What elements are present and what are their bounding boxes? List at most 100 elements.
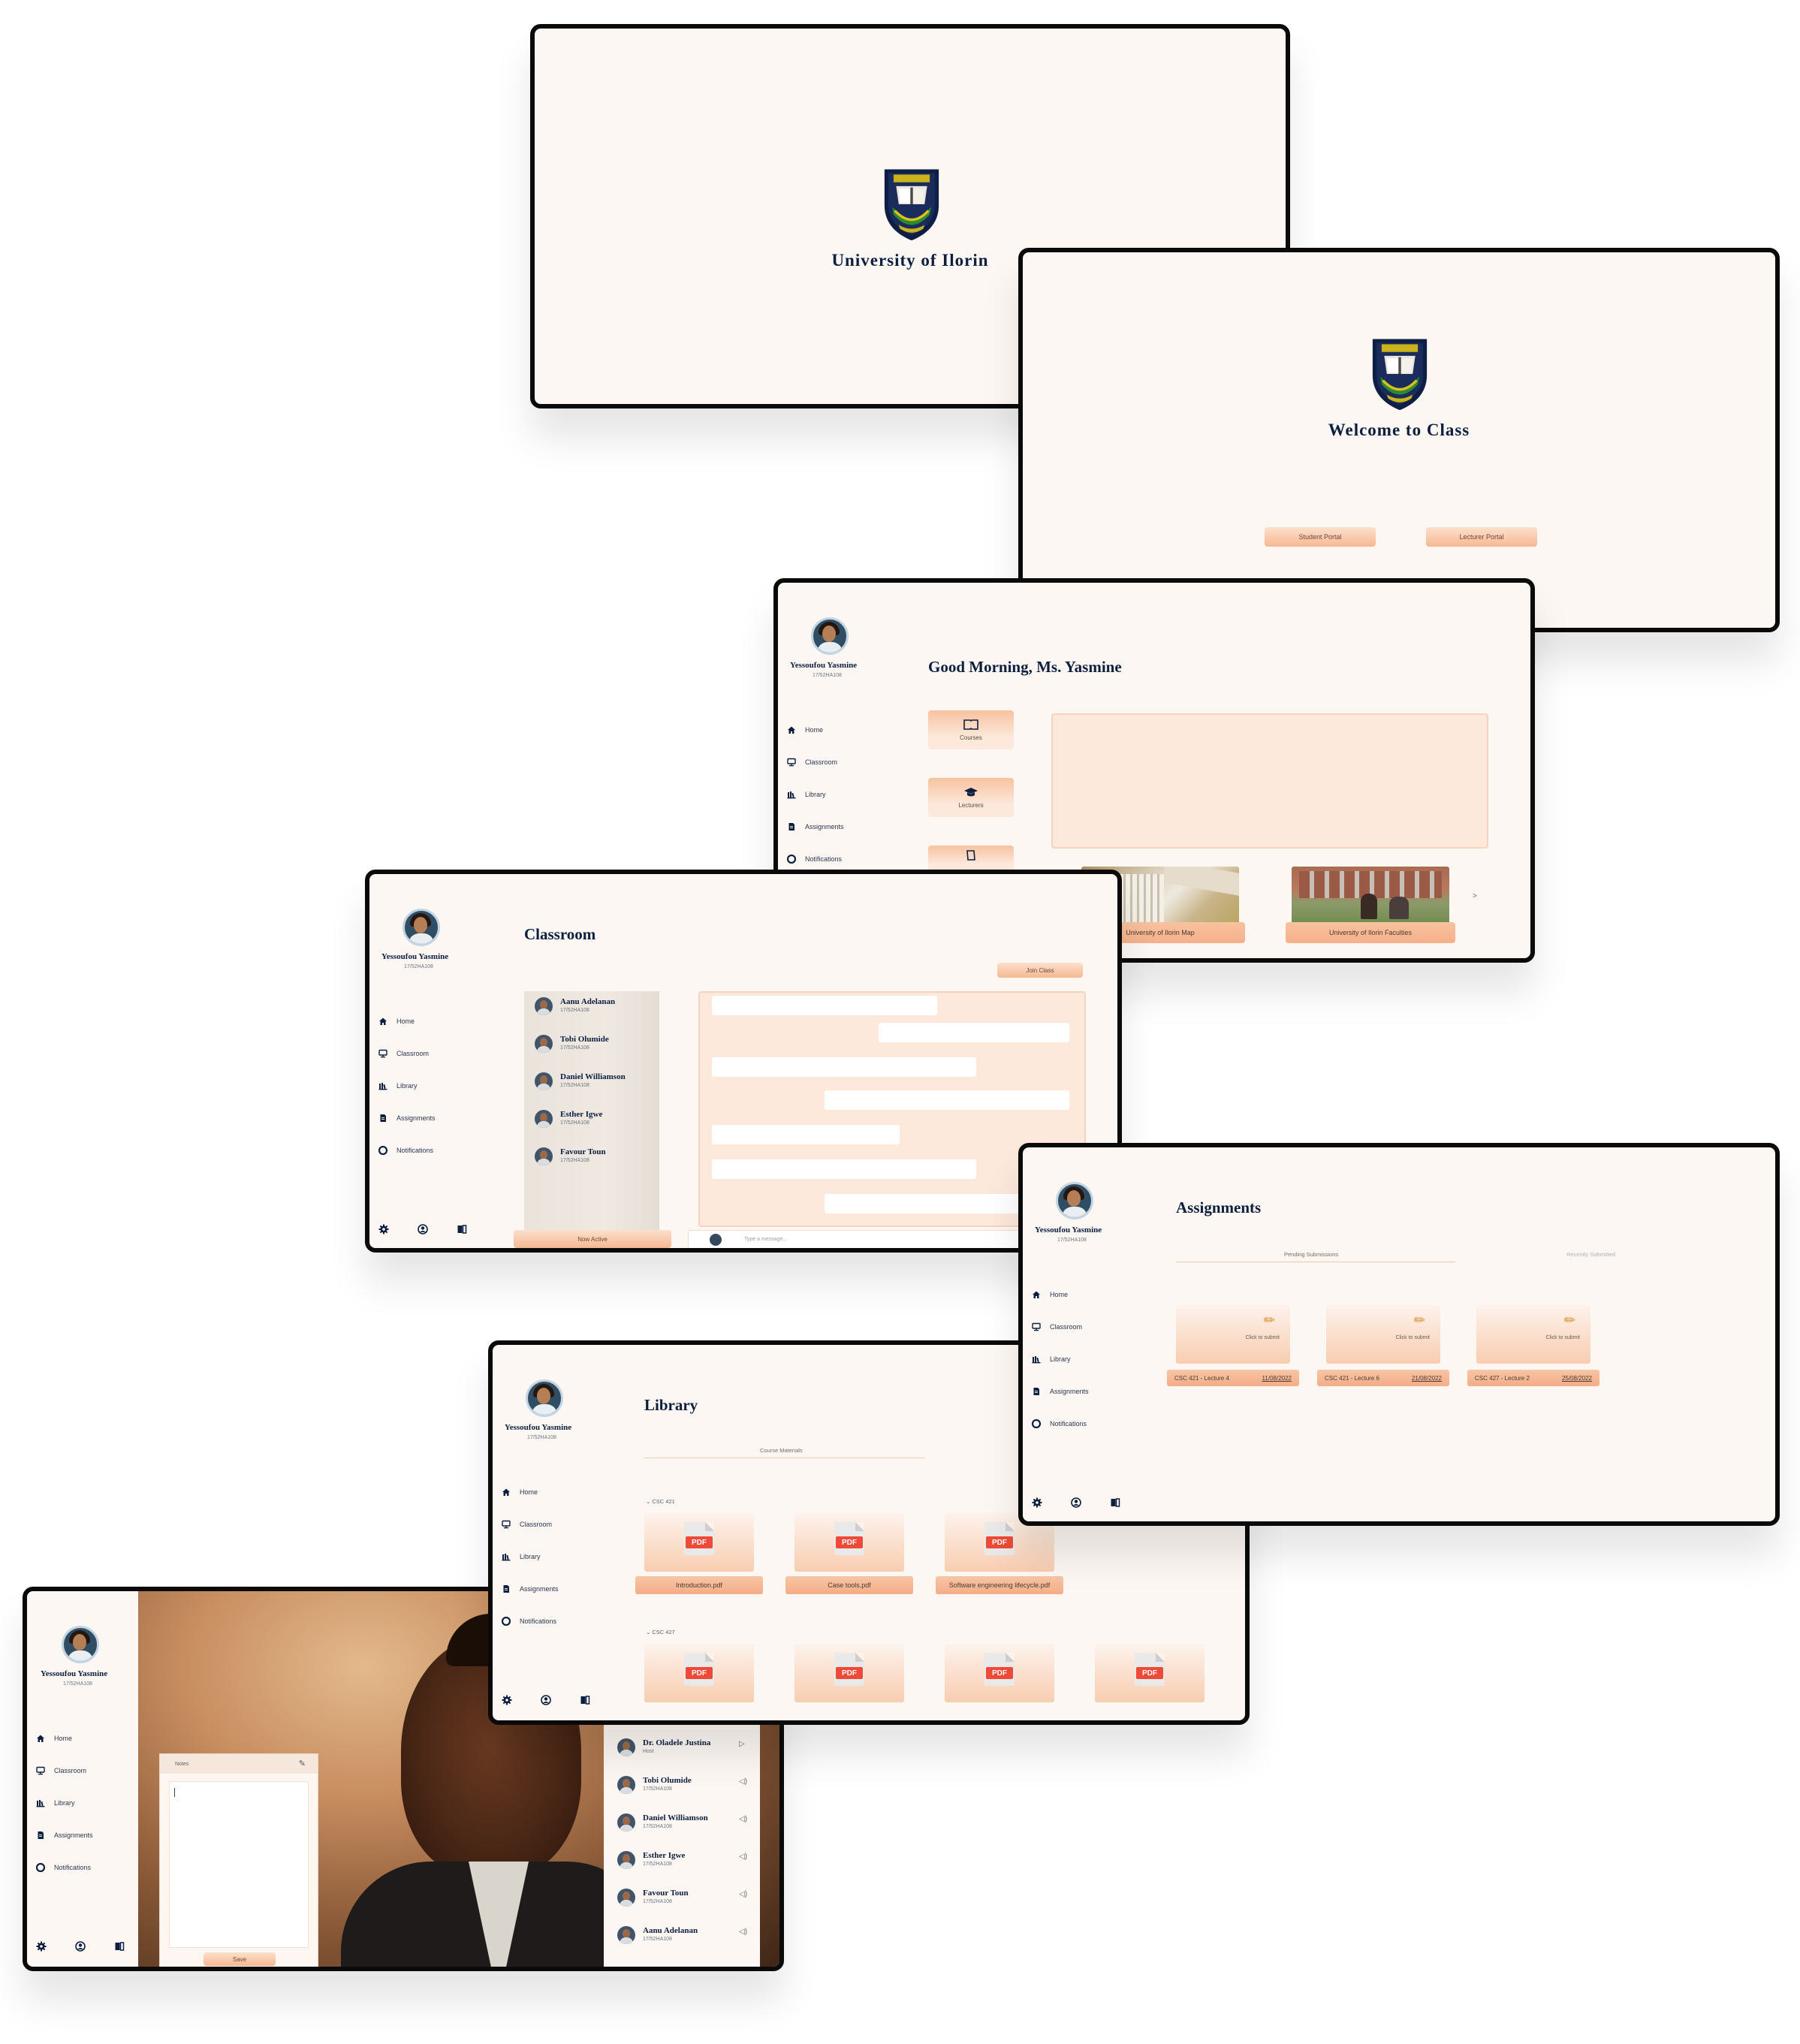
join-class-button[interactable]: Join Class: [997, 963, 1083, 978]
carousel-next-arrow[interactable]: >: [1473, 892, 1477, 900]
user-circle-icon[interactable]: [1071, 1497, 1081, 1508]
sidebar-item-notifications[interactable]: Notifications: [787, 855, 842, 864]
gear-icon[interactable]: [1032, 1497, 1042, 1508]
sidebar-item-classroom[interactable]: Classroom: [36, 1766, 86, 1775]
participant-item[interactable]: Dr. Oladele Justina Host: [617, 1738, 710, 1756]
lecturer-portal-button[interactable]: Lecturer Portal: [1426, 527, 1537, 547]
sidebar-item-classroom[interactable]: Classroom: [502, 1520, 552, 1529]
gear-icon[interactable]: [36, 1941, 47, 1952]
sidebar-item-home[interactable]: Home: [502, 1488, 538, 1497]
avatar[interactable]: [403, 909, 440, 946]
exit-icon[interactable]: [114, 1941, 125, 1952]
sidebar-item-assignments[interactable]: Assignments: [502, 1584, 559, 1593]
student-item[interactable]: Esther Igwe 17/52HA108: [535, 1110, 602, 1128]
gear-icon[interactable]: [378, 1224, 389, 1235]
notes-textarea[interactable]: [169, 1781, 309, 1948]
sidebar-item-assignments[interactable]: Assignments: [1032, 1387, 1089, 1396]
sidebar-item-assignments[interactable]: Assignments: [378, 1114, 436, 1123]
student-item[interactable]: Favour Toun 17/52HA108: [535, 1147, 606, 1165]
courses-tile[interactable]: Courses: [928, 710, 1014, 749]
user-circle-icon[interactable]: [418, 1224, 428, 1235]
student-item[interactable]: Tobi Olumide 17/52HA108: [535, 1035, 609, 1053]
participant-item[interactable]: Esther Igwe 17/52HA108: [617, 1851, 685, 1869]
monitor-icon: [787, 758, 796, 767]
save-button[interactable]: Save: [204, 1952, 276, 1966]
sidebar-item-assignments[interactable]: Assignments: [36, 1831, 93, 1840]
sidebar-item-home[interactable]: Home: [36, 1734, 72, 1743]
tab-course-materials[interactable]: Course Materials: [760, 1447, 803, 1454]
pencil-icon[interactable]: ✎: [299, 1759, 306, 1768]
speaker-icon[interactable]: ◁): [739, 1928, 747, 1936]
featured-panel: [1051, 713, 1488, 849]
speaker-icon[interactable]: ▷: [739, 1740, 745, 1748]
pdf-card[interactable]: PDF: [785, 1644, 913, 1720]
avatar[interactable]: [526, 1379, 563, 1417]
tile-label: Lecturers: [958, 801, 984, 809]
sidebar-item-classroom[interactable]: Classroom: [1032, 1322, 1082, 1331]
pdf-card[interactable]: PDF: [936, 1644, 1063, 1720]
student-portal-button[interactable]: Student Portal: [1265, 527, 1376, 547]
pdf-card[interactable]: PDF Introduction.pdf: [635, 1513, 763, 1594]
sidebar-item-library[interactable]: Library: [787, 790, 826, 799]
exit-icon[interactable]: [580, 1695, 590, 1705]
exit-icon[interactable]: [457, 1224, 467, 1235]
sidebar-item-library[interactable]: Library: [502, 1552, 541, 1561]
participant-item[interactable]: Favour Toun 17/52HA108: [617, 1889, 689, 1907]
avatar: [617, 1813, 635, 1831]
assignment-card[interactable]: ✏ Click to submit CSC 427 - Lecture 2 25/0…: [1467, 1305, 1599, 1386]
gear-icon[interactable]: [502, 1695, 512, 1705]
assignment-card[interactable]: ✏ Click to submit CSC 421 - Lecture 6 21/0…: [1317, 1305, 1449, 1386]
avatar[interactable]: [811, 617, 849, 655]
lecturers-tile[interactable]: Lecturers: [928, 778, 1014, 817]
sidebar-item-classroom[interactable]: Classroom: [378, 1049, 429, 1058]
user-circle-icon[interactable]: [75, 1941, 86, 1952]
student-name: Favour Toun: [560, 1147, 606, 1156]
participant-name: Daniel Williamson: [643, 1813, 708, 1822]
sidebar-item-notifications[interactable]: Notifications: [502, 1617, 556, 1626]
sidebar-item-label: Assignments: [520, 1585, 559, 1593]
pdf-card[interactable]: PDF Case tools.pdf: [785, 1513, 913, 1594]
pdf-card[interactable]: PDF: [635, 1644, 763, 1720]
sidebar-item-library[interactable]: Library: [36, 1798, 75, 1807]
sidebar-item-library[interactable]: Library: [1032, 1355, 1071, 1364]
now-active-button[interactable]: Now Active: [514, 1230, 671, 1248]
message-input[interactable]: Type a message...: [744, 1237, 787, 1242]
sidebar-item-home[interactable]: Home: [1032, 1290, 1068, 1299]
student-item[interactable]: Aanu Adelanan 17/52HA108: [535, 997, 615, 1015]
participant-name: Aanu Adelanan: [643, 1926, 698, 1935]
assignment-date: 21/08/2022: [1411, 1374, 1442, 1382]
sidebar-item-library[interactable]: Library: [378, 1081, 418, 1090]
speaker-icon[interactable]: ◁): [739, 1890, 747, 1898]
sidebar-item-label: Home: [396, 1017, 415, 1025]
participant-item[interactable]: Tobi Olumide 17/52HA108: [617, 1776, 692, 1794]
speaker-icon[interactable]: ◁): [739, 1853, 747, 1861]
avatar[interactable]: [62, 1626, 99, 1663]
assignment-card[interactable]: ✏ Click to submit CSC 421 - Lecture 4 11/0…: [1167, 1305, 1299, 1386]
user-circle-icon[interactable]: [541, 1695, 551, 1705]
sidebar-item-notifications[interactable]: Notifications: [378, 1146, 433, 1155]
participant-id: 17/52HA108: [643, 1786, 672, 1792]
photo-card-faculties[interactable]: University of Ilorin Faculties: [1286, 867, 1455, 943]
tab-recently-submitted[interactable]: Recently Submitted: [1566, 1251, 1615, 1258]
speaker-icon[interactable]: ◁): [739, 1777, 747, 1786]
group-csc427[interactable]: ⌄ CSC 427: [646, 1629, 675, 1636]
speaker-icon[interactable]: ◁): [739, 1815, 747, 1823]
participant-item[interactable]: Daniel Williamson 17/52HA108: [617, 1813, 708, 1831]
sidebar-item-home[interactable]: Home: [787, 725, 823, 734]
avatar[interactable]: [1056, 1182, 1093, 1219]
sidebar-item-notifications[interactable]: Notifications: [36, 1863, 91, 1872]
participant-item[interactable]: Aanu Adelanan 17/52HA108: [617, 1926, 698, 1944]
pdf-card[interactable]: PDF: [1086, 1644, 1214, 1720]
exit-icon[interactable]: [1110, 1497, 1120, 1508]
chat-bubble: [712, 1159, 976, 1179]
chat-bubble: [879, 1023, 1069, 1042]
third-tile[interactable]: [928, 846, 1014, 873]
sidebar-item-assignments[interactable]: Assignments: [787, 822, 844, 831]
tab-pending-submissions[interactable]: Pending Submissions: [1284, 1251, 1338, 1258]
sidebar-item-classroom[interactable]: Classroom: [787, 758, 837, 767]
sidebar-item-notifications[interactable]: Notifications: [1032, 1419, 1087, 1428]
sidebar-item-home[interactable]: Home: [378, 1017, 415, 1026]
group-csc421[interactable]: ⌄ CSC 421: [646, 1498, 675, 1505]
student-item[interactable]: Daniel Williamson 17/52HA108: [535, 1072, 626, 1090]
tile-label: Courses: [960, 734, 982, 741]
